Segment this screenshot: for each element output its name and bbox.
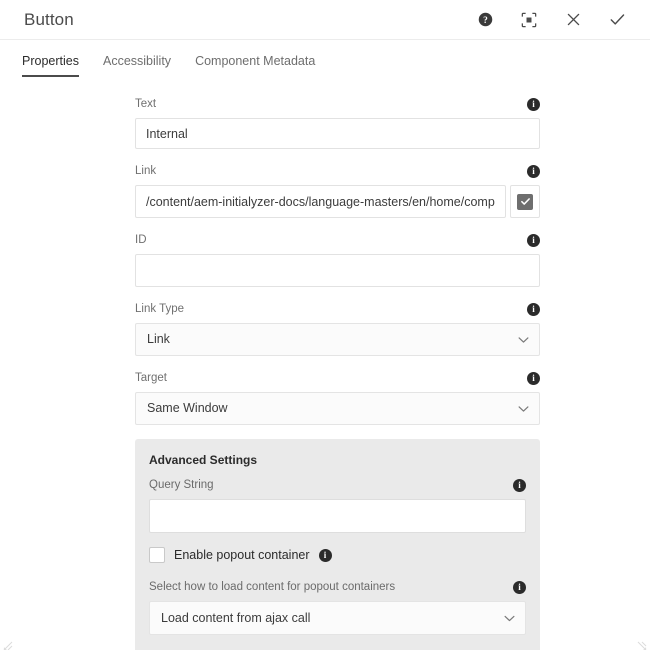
field-enable-popout: Enable popout container i [149, 547, 526, 563]
close-icon[interactable] [560, 7, 586, 33]
load-content-value: Load content from ajax call [161, 611, 311, 625]
page-title: Button [24, 9, 74, 29]
enable-popout-label: Enable popout container [174, 548, 310, 562]
tab-properties[interactable]: Properties [10, 54, 91, 77]
target-select[interactable]: Same Window [135, 392, 540, 425]
field-link-type: Link Type i Link [135, 301, 540, 356]
label-load-content: Select how to load content for popout co… [149, 581, 396, 593]
header-actions: ? [472, 7, 630, 33]
label-row-link: Link i [135, 163, 540, 179]
label-target: Target [135, 372, 167, 384]
field-query-string: Query String i [149, 477, 526, 533]
fullscreen-icon[interactable] [516, 7, 542, 33]
info-icon-target[interactable]: i [527, 371, 540, 385]
chevron-down-icon [518, 393, 529, 424]
query-string-input[interactable] [149, 499, 526, 533]
info-icon-id[interactable]: i [527, 233, 540, 247]
component-dialog: Button ? Properties Accessibility Compon… [0, 0, 650, 650]
help-icon[interactable]: ? [472, 7, 498, 33]
info-icon-link[interactable]: i [527, 164, 540, 178]
target-value: Same Window [147, 401, 228, 415]
tab-accessibility[interactable]: Accessibility [91, 54, 183, 77]
label-link-type: Link Type [135, 303, 185, 315]
label-query-string: Query String [149, 479, 214, 491]
path-browse-button[interactable] [510, 185, 540, 218]
info-icon-link-type[interactable]: i [527, 302, 540, 316]
resize-handle-right[interactable] [637, 638, 647, 650]
field-id: ID i [135, 232, 540, 287]
advanced-settings-title: Advanced Settings [149, 453, 258, 467]
tab-bar: Properties Accessibility Component Metad… [0, 40, 650, 88]
field-link: Link i [135, 163, 540, 218]
link-input-group [135, 185, 540, 218]
dialog-header: Button ? [0, 0, 650, 40]
svg-text:?: ? [483, 16, 488, 26]
text-input[interactable] [135, 118, 540, 149]
label-row-query-string: Query String i [149, 477, 526, 493]
label-link: Link [135, 165, 157, 177]
info-icon-load-content[interactable]: i [513, 580, 526, 594]
label-text: Text [135, 98, 157, 110]
form-column: Text i Link i [135, 96, 540, 650]
id-input[interactable] [135, 254, 540, 287]
label-row-link-type: Link Type i [135, 301, 540, 317]
advanced-settings-panel: Advanced Settings Query String i Enable … [135, 439, 540, 650]
enable-popout-checkbox[interactable] [149, 547, 165, 563]
field-text: Text i [135, 96, 540, 149]
tab-component-metadata[interactable]: Component Metadata [183, 54, 327, 77]
resize-handle-left[interactable] [3, 638, 13, 650]
checkbox-check-icon [517, 193, 533, 210]
chevron-down-icon [504, 602, 515, 634]
label-row-id: ID i [135, 232, 540, 248]
label-id: ID [135, 234, 147, 246]
check-icon[interactable] [604, 7, 630, 33]
info-icon-query-string[interactable]: i [513, 478, 526, 492]
info-icon-enable-popout[interactable]: i [318, 548, 332, 562]
label-row-load-content: Select how to load content for popout co… [149, 579, 526, 595]
field-target: Target i Same Window [135, 370, 540, 425]
dialog-body: Text i Link i [0, 88, 650, 650]
link-type-select[interactable]: Link [135, 323, 540, 356]
info-icon-text[interactable]: i [527, 97, 540, 111]
label-row-target: Target i [135, 370, 540, 386]
field-load-content: Select how to load content for popout co… [149, 579, 526, 635]
load-content-select[interactable]: Load content from ajax call [149, 601, 526, 635]
link-input[interactable] [135, 185, 506, 218]
label-row-text: Text i [135, 96, 540, 112]
chevron-down-icon [518, 324, 529, 355]
link-type-value: Link [147, 332, 170, 346]
